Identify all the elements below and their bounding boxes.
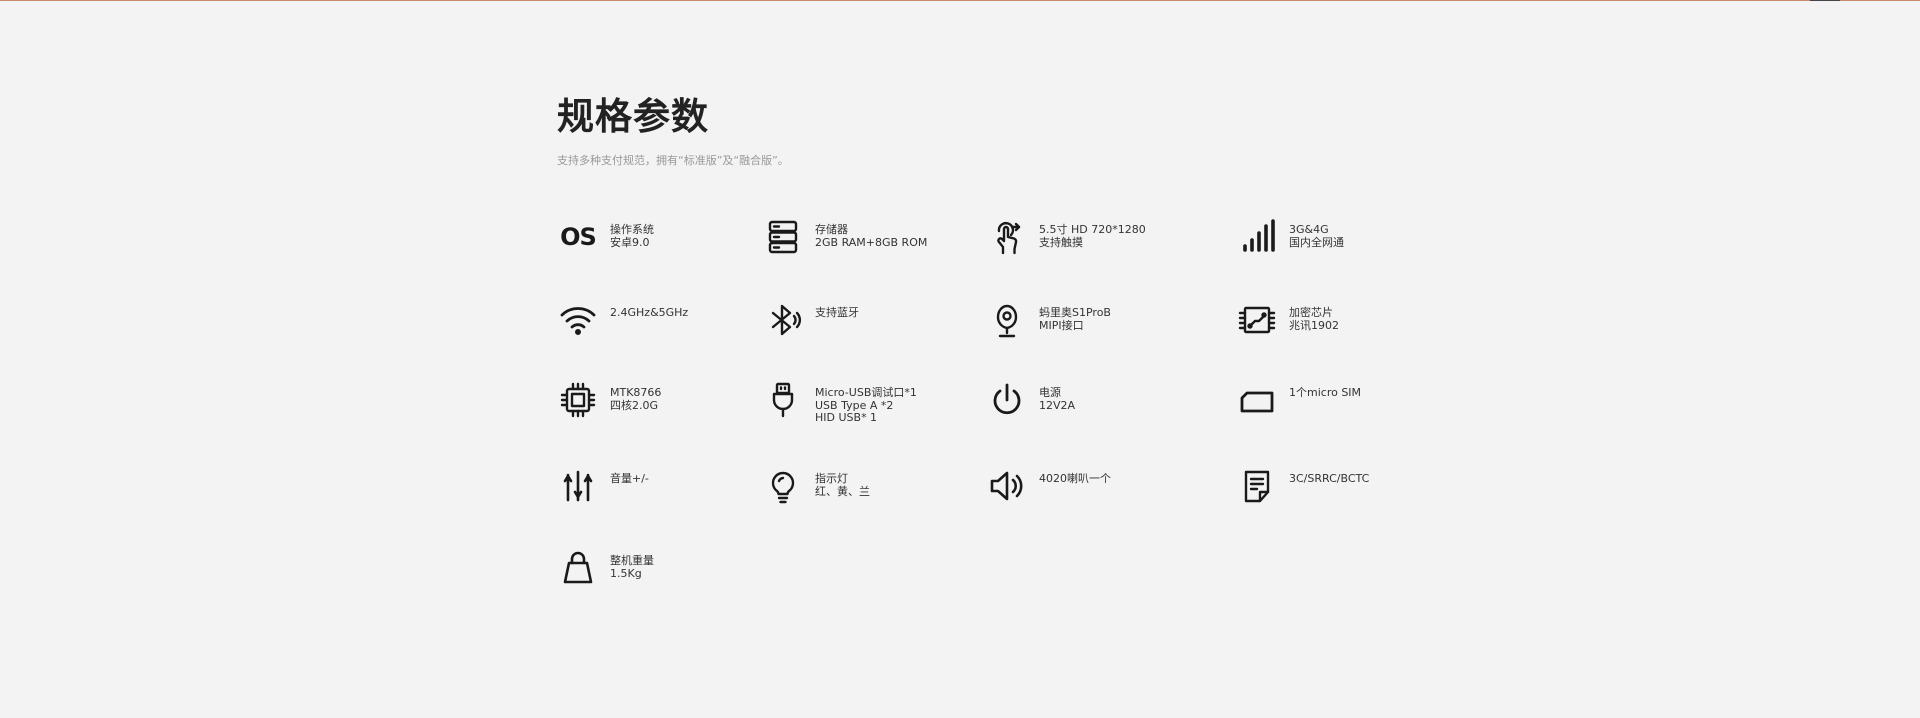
- spec-item-network: 3G&4G 国内全网通: [1236, 216, 1456, 260]
- spec-label: 存储器: [815, 223, 848, 236]
- page-title: 规格参数: [557, 95, 709, 138]
- spec-item-weight: 整机重量 1.5Kg: [557, 547, 777, 591]
- spec-value: 安卓9.0: [610, 235, 650, 249]
- spec-label: 蚂里奥S1ProB: [1039, 306, 1111, 319]
- spec-label: 电源: [1039, 386, 1061, 399]
- spec-item-wifi: 2.4GHz&5GHz: [557, 299, 777, 343]
- spec-item-speaker: 4020喇叭一个: [986, 465, 1206, 509]
- camera-icon: [986, 299, 1028, 341]
- spec-value: 红、黄、兰: [815, 484, 870, 498]
- spec-value: 支持触摸: [1039, 235, 1083, 249]
- spec-value: 兆讯1902: [1289, 318, 1339, 332]
- cpu-chip-icon: [557, 379, 599, 421]
- top-corner-mark: [1810, 0, 1840, 1]
- spec-value: 2GB RAM+8GB ROM: [815, 235, 928, 249]
- signal-bars-icon: [1236, 216, 1278, 258]
- spec-value: 国内全网通: [1289, 235, 1344, 249]
- spec-label: 指示灯: [815, 472, 848, 485]
- spec-item-storage: 存储器 2GB RAM+8GB ROM: [762, 216, 982, 260]
- spec-value: 12V2A: [1039, 398, 1076, 412]
- spec-value: 1.5Kg: [610, 566, 642, 580]
- spec-label: MTK8766: [610, 386, 662, 399]
- weight-icon: [557, 547, 599, 589]
- spec-value: HID USB* 1: [815, 411, 878, 424]
- spec-item-certification: 3C/SRRC/BCTC: [1236, 465, 1456, 509]
- touch-screen-icon: [986, 216, 1028, 258]
- spec-label: 加密芯片: [1289, 306, 1333, 319]
- spec-value: 四核2.0G: [610, 398, 659, 412]
- spec-grid: OS 操作系统 安卓9.0 存储器 2GB RAM+8GB ROM 5.5寸 H…: [557, 216, 1437, 596]
- spec-item-indicator: 指示灯 红、黄、兰: [762, 465, 982, 509]
- sim-card-icon: [1236, 379, 1278, 421]
- encryption-chip-icon: [1236, 299, 1278, 341]
- certificate-document-icon: [1236, 465, 1278, 507]
- spec-item-sim: 1个micro SIM: [1236, 379, 1456, 423]
- speaker-icon: [986, 465, 1028, 507]
- spec-value: Micro-USB调试口*1: [815, 386, 917, 399]
- spec-item-power: 电源 12V2A: [986, 379, 1206, 423]
- spec-item-encryption: 加密芯片 兆讯1902: [1236, 299, 1456, 343]
- spec-value: 3C/SRRC/BCTC: [1289, 472, 1370, 485]
- volume-sliders-icon: [557, 465, 599, 507]
- spec-item-volume: 音量+/-: [557, 465, 777, 509]
- power-icon: [986, 379, 1028, 421]
- top-border: [0, 0, 1920, 1]
- os-icon: OS: [560, 223, 597, 251]
- spec-value: MIPI接口: [1039, 318, 1084, 332]
- bluetooth-icon: [762, 299, 804, 341]
- spec-section: 规格参数 支持多种支付规范，拥有“标准版”及“融合版”。 OS 操作系统 安卓9…: [557, 94, 1437, 596]
- storage-icon: [762, 216, 804, 258]
- spec-value: 音量+/-: [610, 472, 649, 485]
- spec-item-bluetooth: 支持蓝牙: [762, 299, 982, 343]
- spec-label: 操作系统: [610, 223, 654, 236]
- light-bulb-icon: [762, 465, 804, 507]
- spec-label: 整机重量: [610, 554, 654, 567]
- spec-item-os: OS 操作系统 安卓9.0: [557, 216, 777, 260]
- spec-label: 5.5寸 HD 720*1280: [1039, 223, 1146, 236]
- spec-label: 3G&4G: [1289, 223, 1329, 236]
- page-subtitle: 支持多种支付规范，拥有“标准版”及“融合版”。: [557, 154, 789, 167]
- spec-item-camera: 蚂里奥S1ProB MIPI接口: [986, 299, 1206, 343]
- spec-value: 2.4GHz&5GHz: [610, 306, 689, 319]
- spec-value: 支持蓝牙: [815, 306, 859, 319]
- usb-plug-icon: [762, 379, 804, 421]
- spec-item-usb: Micro-USB调试口*1 USB Type A *2 HID USB* 1: [762, 379, 982, 424]
- wifi-icon: [557, 299, 599, 341]
- spec-item-screen: 5.5寸 HD 720*1280 支持触摸: [986, 216, 1206, 260]
- spec-value: 1个micro SIM: [1289, 386, 1362, 399]
- spec-value: 4020喇叭一个: [1039, 472, 1111, 485]
- spec-item-cpu: MTK8766 四核2.0G: [557, 379, 777, 423]
